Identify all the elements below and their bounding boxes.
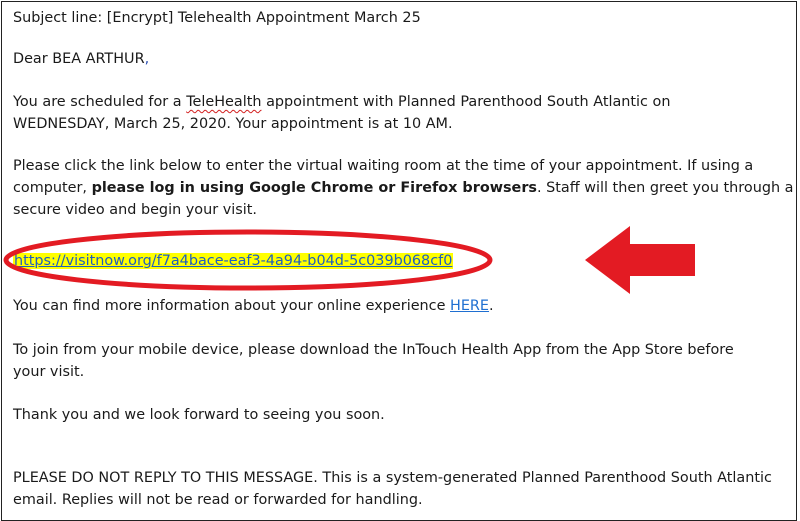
- pointer-arrow-icon: [585, 226, 695, 294]
- highlight-ellipse: [3, 229, 493, 291]
- annotation-overlay: [3, 226, 695, 294]
